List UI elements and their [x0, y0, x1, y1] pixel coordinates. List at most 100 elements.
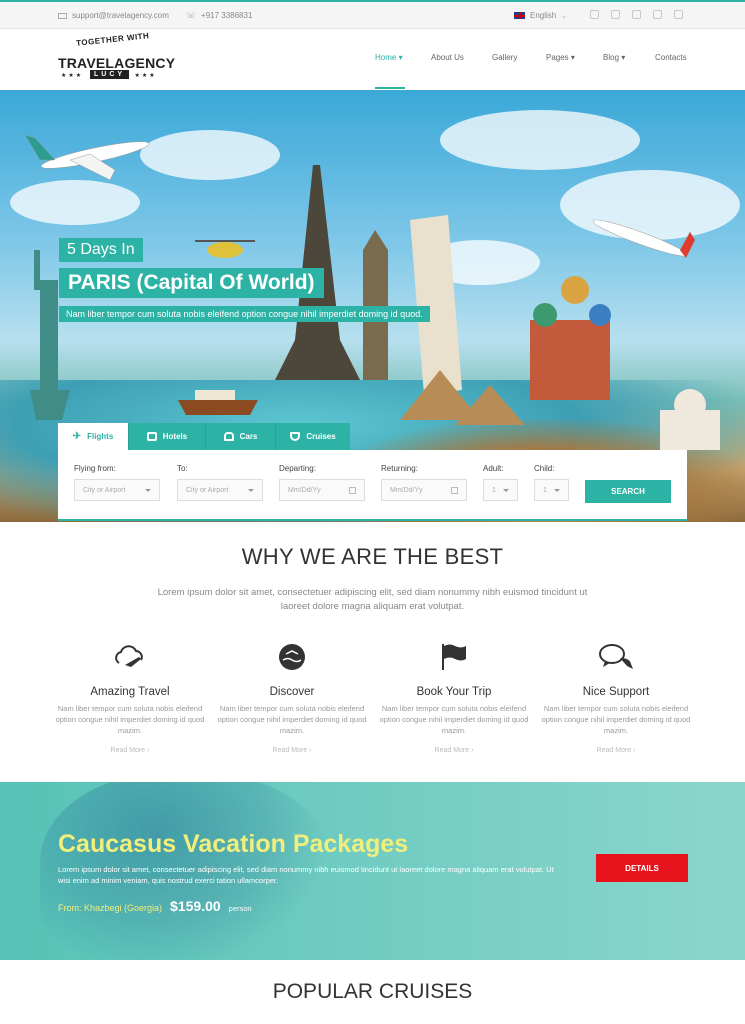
- language-label: English: [530, 11, 557, 20]
- from-field: Flying from: City or Airport: [74, 464, 160, 501]
- from-select[interactable]: City or Airport: [74, 479, 160, 501]
- island-icon: [217, 642, 367, 672]
- feature-desc: Nam liber tempor cum soluta nobis eleife…: [217, 704, 367, 735]
- adult-field: Adult: 1: [483, 464, 518, 501]
- hotel-icon: [146, 432, 157, 441]
- nav-about-us[interactable]: About Us: [431, 53, 464, 62]
- feature-desc: Nam liber tempor cum soluta nobis eleife…: [541, 704, 691, 735]
- promo-from-location: From: Khazbegi (Goergia): [58, 903, 163, 913]
- read-more-link[interactable]: Read More ›: [217, 747, 367, 754]
- returning-field: Returning: Mm/Dd/Yy: [381, 464, 467, 501]
- google-plus-icon[interactable]: [632, 10, 641, 19]
- adult-select[interactable]: 1: [483, 479, 518, 501]
- pyramids: [400, 370, 525, 425]
- child-field: Child: 1: [534, 464, 569, 501]
- flag-icon: [379, 642, 529, 672]
- calendar-icon: [349, 486, 356, 494]
- feature-title: Nice Support: [582, 686, 650, 698]
- hero-caption-text: Nam liber tempor cum soluta nobis eleife…: [59, 306, 430, 322]
- site-header: TOGETHER WITH TRAVELAGENCY ★★★ ★★★ LUCY …: [0, 29, 745, 90]
- logo-title: TRAVELAGENCY: [58, 55, 176, 71]
- ship: [178, 390, 258, 415]
- social-links: [590, 10, 683, 19]
- helicopter: [195, 240, 255, 258]
- read-more-link[interactable]: Read More ›: [541, 747, 691, 754]
- to-label: To:: [177, 464, 188, 473]
- taj-mahal: [660, 389, 720, 450]
- feature-title: Amazing Travel: [90, 686, 170, 698]
- returning-date-input[interactable]: Mm/Dd/Yy: [381, 479, 467, 501]
- why-section-subtitle: Lorem ipsum dolor sit amet, consectetuer…: [157, 587, 588, 612]
- chevron-down-icon: ⌄: [561, 12, 568, 20]
- departing-field: Departing: Mm/Dd/Yy: [279, 464, 365, 501]
- language-select[interactable]: English ⌄: [514, 11, 567, 20]
- plane-cloud-icon: [55, 642, 205, 672]
- logo-tagline: TOGETHER WITH: [75, 31, 150, 48]
- chevron-down-icon: [503, 488, 509, 492]
- nav-gallery[interactable]: Gallery: [492, 53, 517, 62]
- nav-pages[interactable]: Pages ▾: [546, 53, 575, 62]
- plane-icon: ✈: [72, 431, 82, 442]
- to-select[interactable]: City or Airport: [177, 479, 263, 501]
- read-more-link[interactable]: Read More ›: [55, 747, 205, 754]
- uk-flag-icon: [514, 12, 525, 19]
- hero-caption-title: PARIS (Capital Of World): [59, 268, 324, 298]
- promo-price-unit: person: [228, 904, 252, 913]
- flight-search-form: Flying from: City or Airport To: City or…: [58, 450, 687, 521]
- read-more-link[interactable]: Read More ›: [379, 747, 529, 754]
- departing-label: Departing:: [279, 464, 316, 473]
- phone-icon: ☏: [186, 11, 197, 20]
- from-label: Flying from:: [74, 464, 116, 473]
- mail-icon: [58, 12, 67, 19]
- search-button[interactable]: SEARCH: [585, 480, 671, 503]
- child-label: Child:: [534, 464, 555, 473]
- feature-discover: Discover Nam liber tempor cum soluta nob…: [217, 642, 367, 754]
- to-field: To: City or Airport: [177, 464, 263, 501]
- search-tabs: ✈ Flights Hotels Cars Cruises: [58, 423, 350, 450]
- nav-home[interactable]: Home ▾: [375, 53, 403, 62]
- tab-hotels[interactable]: Hotels: [129, 423, 206, 450]
- promo-price-line: From: Khazbegi (Goergia) $159.00 person: [58, 898, 252, 914]
- promo-price: $159.00: [170, 898, 221, 914]
- why-section-title: WHY WE ARE THE BEST: [241, 544, 504, 569]
- leaning-tower-of-pisa: [410, 215, 462, 395]
- tab-cruises[interactable]: Cruises: [276, 423, 350, 450]
- details-button[interactable]: DETAILS: [596, 854, 688, 882]
- chevron-down-icon: [248, 488, 254, 492]
- calendar-icon: [451, 486, 458, 494]
- feature-title: Book Your Trip: [416, 686, 492, 698]
- tab-flights[interactable]: ✈ Flights: [58, 423, 129, 450]
- returning-label: Returning:: [381, 464, 418, 473]
- facebook-icon[interactable]: [590, 10, 599, 19]
- plane-left: [24, 134, 150, 181]
- contact-phone[interactable]: ☏ +917 3386831: [186, 11, 252, 20]
- instagram-icon[interactable]: [653, 10, 662, 19]
- car-icon: [223, 432, 234, 441]
- ship-icon: [290, 432, 301, 441]
- promo-description: Lorem ipsum dolor sit amet, consectetuer…: [58, 865, 554, 885]
- chat-bubbles-icon: [541, 642, 691, 672]
- feature-amazing-travel: Amazing Travel Nam liber tempor cum solu…: [55, 642, 205, 754]
- logo-badge: LUCY: [90, 70, 130, 79]
- nav-blog[interactable]: Blog ▾: [603, 53, 625, 62]
- nav-contacts[interactable]: Contacts: [655, 53, 687, 62]
- departing-date-input[interactable]: Mm/Dd/Yy: [279, 479, 365, 501]
- child-select[interactable]: 1: [534, 479, 569, 501]
- promo-title: Caucasus Vacation Packages: [58, 830, 409, 858]
- email-text: support@travelagency.com: [72, 11, 169, 20]
- phone-text: +917 3386831: [201, 11, 253, 20]
- feature-desc: Nam liber tempor cum soluta nobis eleife…: [379, 704, 529, 735]
- feature-nice-support: Nice Support Nam liber tempor cum soluta…: [541, 642, 691, 754]
- tab-cars[interactable]: Cars: [206, 423, 276, 450]
- plane-right: [592, 219, 696, 259]
- big-ben: [363, 230, 388, 380]
- feature-book-your-trip: Book Your Trip Nam liber tempor cum solu…: [379, 642, 529, 754]
- top-bar: support@travelagency.com ☏ +917 3386831 …: [0, 0, 745, 29]
- chevron-down-icon: [145, 488, 151, 492]
- feature-desc: Nam liber tempor cum soluta nobis eleife…: [55, 704, 205, 735]
- site-logo[interactable]: TOGETHER WITH TRAVELAGENCY ★★★ ★★★ LUCY: [58, 31, 175, 87]
- contact-email[interactable]: support@travelagency.com: [58, 11, 169, 20]
- twitter-icon[interactable]: [611, 10, 620, 19]
- feature-title: Discover: [269, 686, 315, 698]
- vine-icon[interactable]: [674, 10, 683, 19]
